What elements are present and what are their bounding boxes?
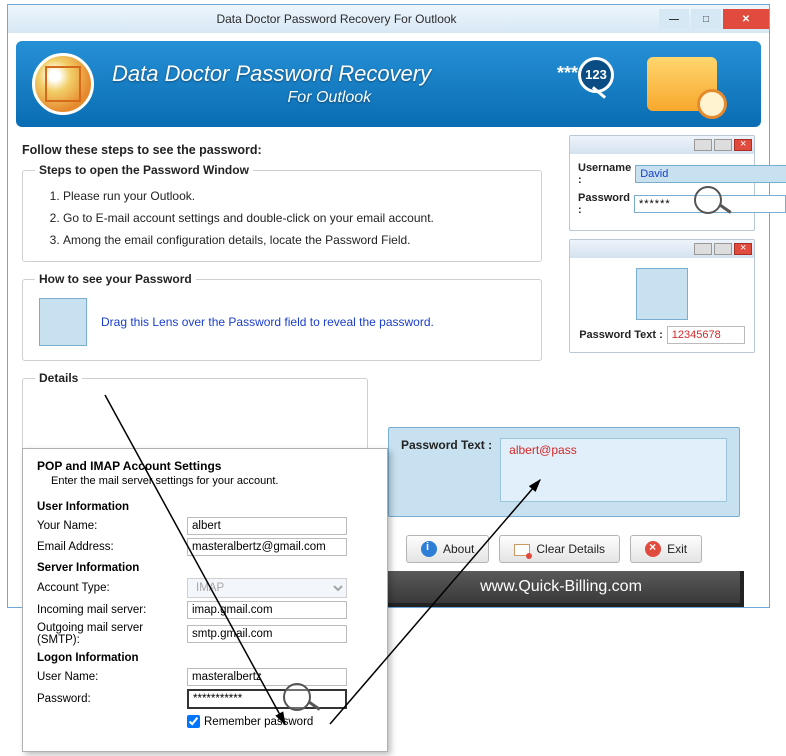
dialog-title: POP and IMAP Account Settings: [37, 459, 373, 473]
user-name-field[interactable]: [187, 668, 347, 686]
mini-min-icon[interactable]: [694, 243, 712, 255]
step-item: Please run your Outlook.: [63, 185, 529, 207]
password-text-label: Password Text :: [401, 438, 492, 506]
howto-fieldset: How to see your Password Drag this Lens …: [22, 272, 542, 361]
magnifier-icon[interactable]: [283, 683, 311, 711]
incoming-label: Incoming mail server:: [37, 604, 187, 616]
mini-login-window: Username : Password :: [569, 135, 755, 231]
password-label: Password:: [37, 693, 187, 705]
mini-username-field[interactable]: [635, 165, 786, 183]
clear-icon: [514, 541, 530, 557]
logon-info-header: Logon Information: [37, 652, 373, 664]
banner-titles: Data Doctor Password Recovery For Outloo…: [94, 61, 431, 107]
steps-fieldset: Steps to open the Password Window Please…: [22, 163, 542, 262]
magnifier-icon[interactable]: [694, 186, 722, 214]
lens-icon[interactable]: [636, 268, 688, 320]
user-name-label: User Name:: [37, 671, 187, 683]
mini-close-icon[interactable]: [734, 243, 752, 255]
mini-max-icon[interactable]: [714, 139, 732, 151]
lens-icon[interactable]: [39, 298, 87, 346]
footer-url-bar: www.Quick-Billing.com: [382, 571, 744, 607]
account-settings-dialog: POP and IMAP Account Settings Enter the …: [22, 448, 388, 752]
banner: Data Doctor Password Recovery For Outloo…: [16, 41, 761, 127]
mini-result-field: [667, 326, 745, 344]
outgoing-field[interactable]: [187, 625, 347, 643]
account-type-select[interactable]: IMAP: [187, 578, 347, 598]
remember-password-row: Remember password: [187, 715, 373, 728]
steps-legend: Steps to open the Password Window: [35, 163, 253, 177]
banner-subtitle: For Outlook: [112, 89, 431, 107]
details-legend: Details: [35, 371, 82, 385]
about-button[interactable]: About: [406, 535, 489, 563]
email-label: Email Address:: [37, 541, 187, 553]
remember-password-checkbox[interactable]: [187, 715, 200, 728]
mail-icon: [647, 57, 717, 111]
incoming-field[interactable]: [187, 601, 347, 619]
button-row: About Clear Details Exit: [406, 535, 702, 563]
howto-text: Drag this Lens over the Password field t…: [101, 315, 434, 329]
mini-result-window: Password Text :: [569, 239, 755, 353]
window-buttons: — □ ✕: [657, 9, 769, 29]
mini-username-label: Username :: [578, 162, 631, 186]
minimize-button[interactable]: —: [659, 9, 689, 29]
email-field[interactable]: [187, 538, 347, 556]
banner-title: Data Doctor Password Recovery: [112, 61, 431, 87]
dialog-subtitle: Enter the mail server settings for your …: [37, 475, 373, 487]
step-item: Go to E-mail account settings and double…: [63, 207, 529, 229]
clock-icon: [697, 89, 727, 119]
close-button[interactable]: ✕: [723, 9, 769, 29]
your-name-field[interactable]: [187, 517, 347, 535]
remember-password-label: Remember password: [204, 716, 313, 728]
example-windows: Username : Password : Password Text :: [569, 135, 755, 353]
mini-close-icon[interactable]: [734, 139, 752, 151]
howto-legend: How to see your Password: [35, 272, 196, 286]
titlebar: Data Doctor Password Recovery For Outloo…: [8, 5, 769, 33]
clear-details-button[interactable]: Clear Details: [499, 535, 620, 563]
magnifier-123-icon: ***123: [557, 57, 614, 93]
step-item: Among the email configuration details, l…: [63, 229, 529, 251]
server-info-header: Server Information: [37, 562, 373, 574]
password-text-panel: Password Text : albert@pass: [388, 427, 740, 517]
outgoing-label: Outgoing mail server (SMTP):: [37, 622, 187, 646]
exit-icon: [645, 541, 661, 557]
mini-password-label: Password :: [578, 192, 630, 216]
password-field[interactable]: [187, 689, 347, 709]
mini-min-icon[interactable]: [694, 139, 712, 151]
mini-max-icon[interactable]: [714, 243, 732, 255]
info-icon: [421, 541, 437, 557]
mini-titlebar: [570, 240, 754, 258]
maximize-button[interactable]: □: [691, 9, 721, 29]
window-title: Data Doctor Password Recovery For Outloo…: [16, 12, 657, 26]
your-name-label: Your Name:: [37, 520, 187, 532]
password-text-value[interactable]: albert@pass: [500, 438, 727, 502]
exit-button[interactable]: Exit: [630, 535, 702, 563]
user-info-header: User Information: [37, 501, 373, 513]
mini-result-label: Password Text :: [579, 329, 663, 341]
logo-icon: [32, 53, 94, 115]
account-type-label: Account Type:: [37, 582, 187, 594]
steps-list: Please run your Outlook. Go to E-mail ac…: [35, 185, 529, 251]
banner-art: ***123: [617, 49, 747, 119]
mini-titlebar: [570, 136, 754, 154]
